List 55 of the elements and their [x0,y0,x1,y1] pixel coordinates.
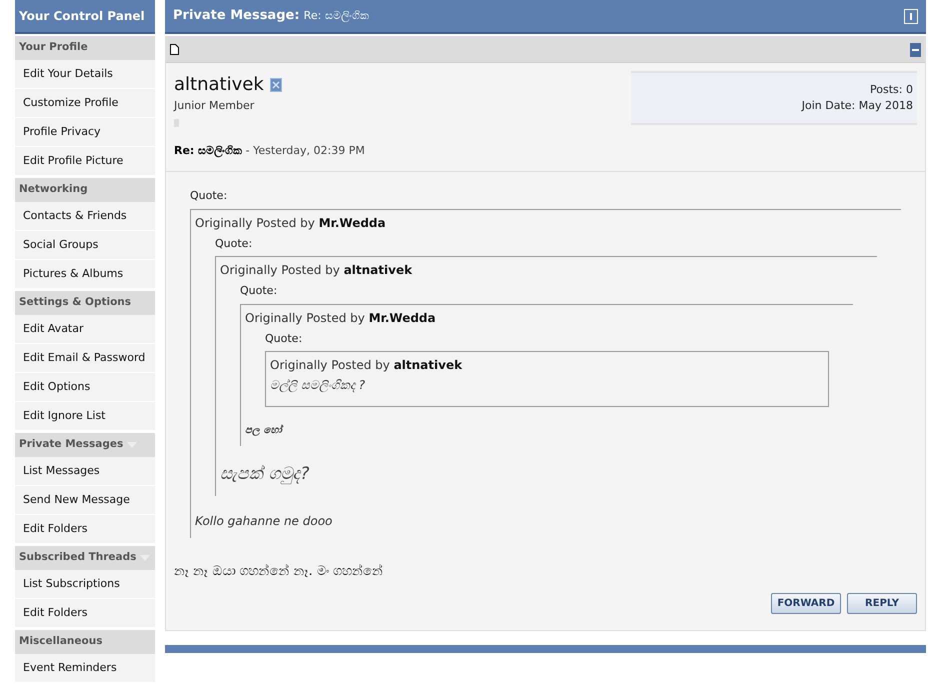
quote-attribution: Originally Posted by Mr.Wedda [195,214,386,232]
section-title: Subscribed Threads [19,550,136,566]
sidebar-item[interactable]: Edit Folders [15,599,155,628]
section-title: Settings & Options [19,295,132,310]
sidebar-section-header[interactable]: Private Messages [15,433,155,457]
author-name[interactable]: altnativek [174,71,264,98]
sidebar-section-header[interactable]: Your Profile [15,36,155,60]
sidebar-item[interactable]: Pictures & Albums [15,260,155,289]
sidebar-item[interactable]: List Subscriptions [15,570,155,599]
quote-label: Quote: [265,330,302,346]
sidebar-item[interactable]: Social Groups [15,231,155,260]
collapse-button[interactable] [910,42,921,56]
sidebar-item[interactable]: Customize Profile [15,89,155,118]
quote-text: පල හෝ [245,424,282,438]
sidebar-title: Your Control Panel [15,0,155,34]
sidebar-item[interactable]: Edit Your Details [15,60,155,89]
quote-text: සැපක් ගමුද? [220,463,310,486]
sidebar-item[interactable]: Edit Profile Picture [15,147,155,176]
sidebar-item[interactable]: Edit Ignore List [15,402,155,431]
quote-text: Kollo gahanne ne dooo [195,512,332,530]
header-title: Private Message: Re: සමලිංගික [173,7,369,26]
sidebar-item[interactable]: Send New Message [15,486,155,515]
sidebar-item[interactable]: Contacts & Friends [15,202,155,231]
message-text: නෑ නෑ ඔයා ගහන්නේ නෑ. මං ගහන්නේ [173,562,384,580]
alert-icon[interactable] [904,8,918,24]
quote-label: Quote: [240,283,278,299]
sidebar-section-header[interactable]: Settings & Options [15,291,155,315]
join-date: Join Date: May 2018 [802,98,913,114]
sidebar-item[interactable]: Event Reminders [15,654,155,683]
quote-attribution: Originally Posted by Mr.Wedda [245,310,436,326]
message-title: Re: සමලිංගික - Yesterday, 02:39 PM [174,144,365,156]
quote-text: මල්ලි සමලිංගිකද ? [270,377,365,394]
sidebar-item[interactable]: Edit Options [15,373,155,402]
sidebar-item[interactable]: Profile Privacy [15,118,155,147]
action-button[interactable]: REPLY [847,593,917,614]
sidebar-section-header[interactable]: Subscribed Threads [15,546,155,570]
sidebar-section-header[interactable]: Networking [15,178,155,202]
section-title: Your Profile [19,40,88,56]
offline-status-icon [270,78,282,92]
sidebar-item[interactable]: Edit Email & Password [15,344,155,373]
section-title: Private Messages [19,437,124,452]
sidebar-item[interactable]: List Messages [15,457,155,486]
sidebar-section-header[interactable]: Miscellaneous [15,630,155,654]
author-rank: Junior Member [174,98,256,114]
quote-label: Quote: [215,236,252,252]
action-button[interactable]: FORWARD [771,593,841,614]
quote-label: Quote: [190,188,228,204]
section-title: Miscellaneous [19,634,102,650]
sidebar-item[interactable]: Edit Avatar [15,315,155,344]
quote-attribution: Originally Posted by altnativek [220,262,412,279]
quote-attribution: Originally Posted by altnativek [270,357,462,374]
document-icon [170,44,179,55]
sidebar-item[interactable]: Edit Folders [15,515,155,544]
post-count: Posts: 0 [870,82,913,98]
section-title: Networking [19,182,88,198]
